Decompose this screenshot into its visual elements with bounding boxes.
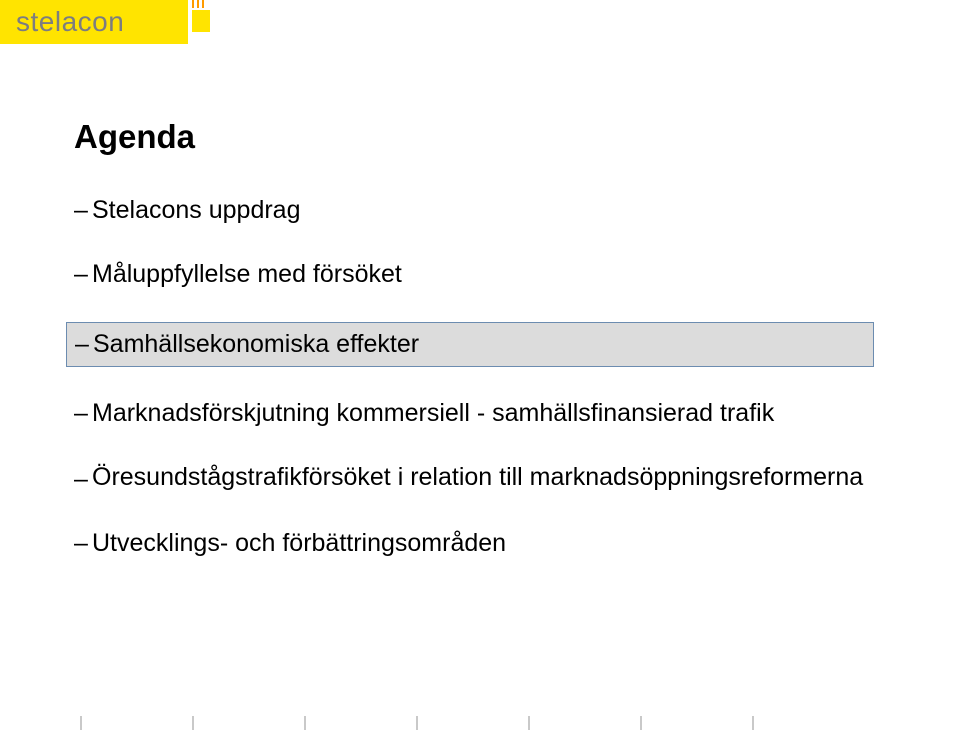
slide-content: Agenda – Stelacons uppdrag – Måluppfylle… bbox=[74, 118, 886, 561]
bullet-dash-icon: – bbox=[74, 258, 92, 292]
list-item-text: Stelacons uppdrag bbox=[92, 194, 300, 228]
list-item: – Öresundstågstrafikförsöket i relation … bbox=[74, 461, 886, 497]
list-item-highlighted: – Samhällsekonomiska effekter bbox=[66, 322, 874, 368]
bullet-dash-icon: – bbox=[74, 194, 92, 228]
brand-logo-text: stelacon bbox=[16, 6, 124, 38]
footer-ticks bbox=[80, 716, 754, 730]
list-item: – Marknadsförskjutning kommersiell - sam… bbox=[74, 397, 886, 431]
bullet-dash-icon: – bbox=[74, 397, 92, 431]
slide-title: Agenda bbox=[74, 118, 886, 156]
list-item-text: Öresundstågstrafikförsöket i relation ti… bbox=[92, 461, 863, 495]
list-item: – Måluppfyllelse med försöket bbox=[74, 258, 886, 292]
brand-logo: stelacon bbox=[0, 0, 188, 44]
slide-header: stelacon bbox=[0, 0, 210, 44]
list-item-text: Måluppfyllelse med försöket bbox=[92, 258, 402, 292]
list-item: – Stelacons uppdrag bbox=[74, 194, 886, 228]
footer-tick-icon bbox=[752, 716, 754, 730]
list-item: – Samhällsekonomiska effekter bbox=[75, 328, 865, 362]
footer-tick-icon bbox=[416, 716, 418, 730]
list-item-text: Samhällsekonomiska effekter bbox=[93, 328, 419, 362]
footer-tick-icon bbox=[640, 716, 642, 730]
brand-logo-marks bbox=[192, 0, 210, 32]
footer-tick-icon bbox=[192, 716, 194, 730]
footer-tick-icon bbox=[80, 716, 82, 730]
bullet-dash-icon: – bbox=[74, 527, 92, 561]
brand-tick-icon bbox=[202, 0, 204, 8]
list-item-text: Utvecklings- och förbättringsområden bbox=[92, 527, 506, 561]
brand-band-icon bbox=[192, 10, 210, 32]
brand-tick-icon bbox=[197, 0, 199, 8]
footer-tick-icon bbox=[528, 716, 530, 730]
list-item: – Utvecklings- och förbättringsområden bbox=[74, 527, 886, 561]
bullet-list: – Stelacons uppdrag – Måluppfyllelse med… bbox=[74, 194, 886, 561]
list-item-text: Marknadsförskjutning kommersiell - samhä… bbox=[92, 397, 774, 431]
footer-tick-icon bbox=[304, 716, 306, 730]
brand-tick-icon bbox=[192, 0, 194, 8]
bullet-dash-icon: – bbox=[75, 328, 93, 362]
bullet-dash-icon: – bbox=[74, 461, 92, 497]
